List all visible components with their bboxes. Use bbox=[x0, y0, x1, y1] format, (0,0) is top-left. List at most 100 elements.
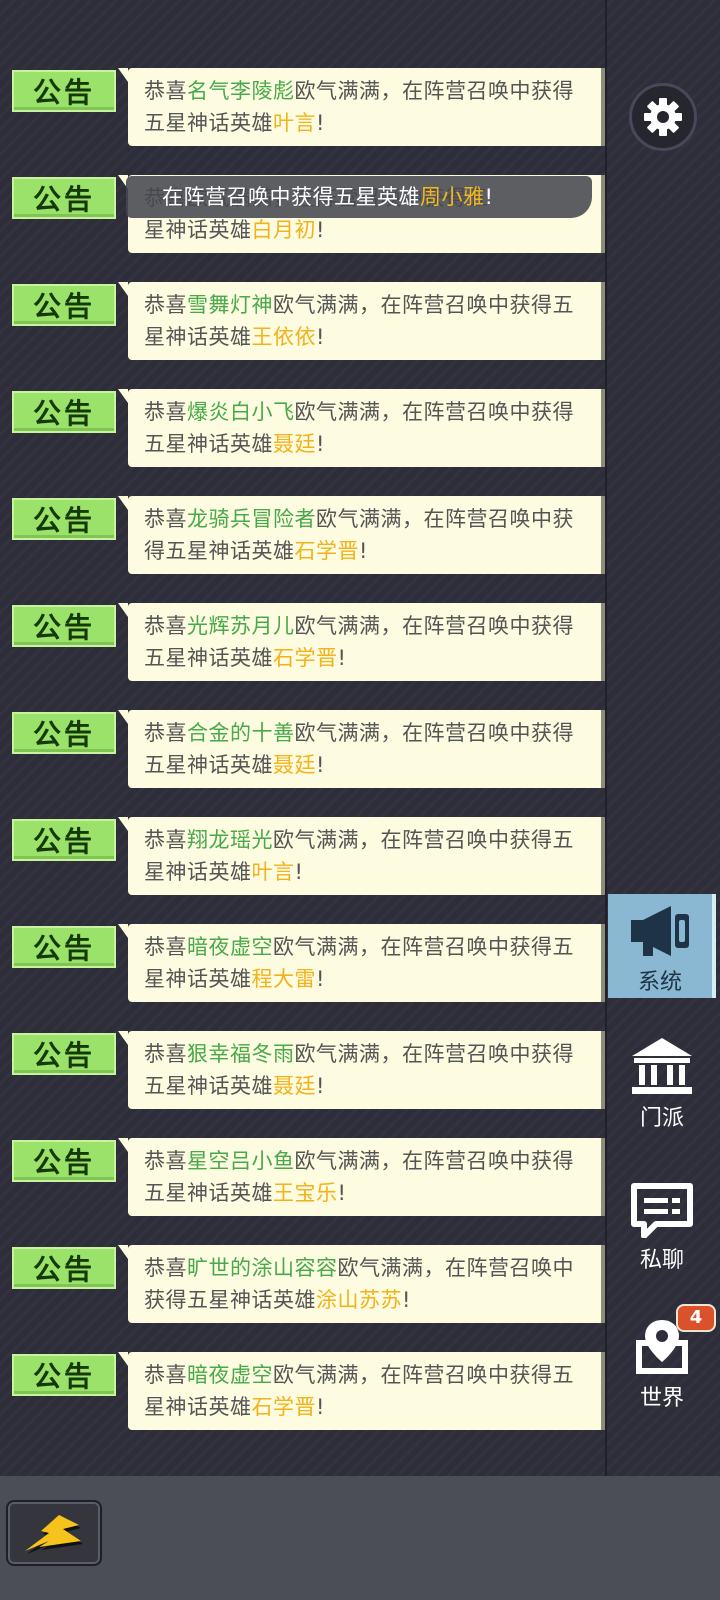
message-feed[interactable]: 公告恭喜名气李陵彪欧气满满，在阵营召唤中获得五星神话英雄叶言!公告恭喜欧气满满，… bbox=[0, 0, 606, 1476]
player-name[interactable]: 暗夜虚空 bbox=[187, 935, 273, 959]
tab-private-chat[interactable]: 私聊 bbox=[608, 1180, 716, 1284]
tab-faction[interactable]: 门派 bbox=[608, 1034, 716, 1138]
announcement-tag: 公告 bbox=[12, 498, 116, 540]
announcement-tag: 公告 bbox=[12, 70, 116, 112]
announcement-message: 公告 恭喜星空吕小鱼欧气满满，在阵营召唤中获得 五星神话英雄王宝乐! bbox=[0, 1138, 606, 1218]
hero-name: 叶言 bbox=[273, 111, 316, 135]
announcement-message: 公告 恭喜爆炎白小飞欧气满满，在阵营召唤中获得 五星神话英雄聂廷! bbox=[0, 389, 606, 469]
msg-line2: 星神话英雄 bbox=[144, 218, 252, 242]
msg-end: ! bbox=[316, 1395, 325, 1419]
message-bubble: 恭喜合金的十善欧气满满，在阵营召唤中获得 五星神话英雄聂廷! bbox=[118, 710, 606, 788]
msg-end: ! bbox=[359, 539, 368, 563]
tab-label: 私聊 bbox=[639, 1248, 684, 1273]
announcement-message: 公告 恭喜光辉苏月儿欧气满满，在阵营召唤中获得 五星神话英雄石学晋! bbox=[0, 603, 606, 683]
gear-icon bbox=[644, 98, 682, 136]
player-name[interactable]: 狠幸福冬雨 bbox=[187, 1042, 295, 1066]
msg-end: ! bbox=[316, 111, 325, 135]
player-name[interactable]: 爆炎白小飞 bbox=[187, 400, 295, 424]
toast-text: 在阵营召唤中获得五星英雄 bbox=[162, 185, 420, 209]
msg-line2: 星神话英雄 bbox=[144, 967, 252, 991]
msg-line2: 五星神话英雄 bbox=[144, 432, 273, 456]
player-name[interactable]: 暗夜虚空 bbox=[187, 1363, 273, 1387]
player-name[interactable]: 龙骑兵冒险者 bbox=[187, 507, 316, 531]
hero-name: 石学晋 bbox=[294, 539, 359, 563]
message-bubble: 恭喜旷世的涂山容容欧气满满，在阵营召唤中 获得五星神话英雄涂山苏苏! bbox=[118, 1245, 606, 1323]
player-name[interactable]: 名气李陵彪 bbox=[187, 79, 295, 103]
player-name[interactable]: 合金的十善 bbox=[187, 721, 295, 745]
message-bubble: 恭喜爆炎白小飞欧气满满，在阵营召唤中获得 五星神话英雄聂廷! bbox=[118, 389, 606, 467]
msg-prefix: 恭喜 bbox=[144, 828, 187, 852]
msg-middle: 欧气满满，在阵营召唤中获得五 bbox=[273, 293, 574, 317]
msg-middle: 欧气满满，在阵营召唤中获得五 bbox=[273, 1363, 574, 1387]
msg-middle: 欧气满满，在阵营召唤中获得 bbox=[294, 79, 574, 103]
hero-name: 王依依 bbox=[251, 325, 316, 349]
player-name[interactable]: 旷世的涂山容容 bbox=[187, 1256, 338, 1280]
quick-action-button[interactable] bbox=[6, 1500, 102, 1566]
notification-badge: 4 bbox=[676, 1304, 716, 1332]
chat-icon bbox=[631, 1183, 693, 1238]
announcement-tag: 公告 bbox=[12, 391, 116, 433]
msg-line2: 得五星神话英雄 bbox=[144, 539, 295, 563]
toast-notification: 在阵营召唤中获得五星英雄周小雅! bbox=[126, 176, 592, 218]
hero-name: 聂廷 bbox=[273, 753, 316, 777]
msg-end: ! bbox=[316, 325, 325, 349]
message-bubble: 恭喜翔龙瑶光欧气满满，在阵营召唤中获得五 星神话英雄叶言! bbox=[118, 817, 606, 895]
msg-line2: 星神话英雄 bbox=[144, 325, 252, 349]
announcement-message: 公告 恭喜龙骑兵冒险者欧气满满，在阵营召唤中获 得五星神话英雄石学晋! bbox=[0, 496, 606, 576]
announcement-tag: 公告 bbox=[12, 177, 116, 219]
announcement-message: 公告 恭喜名气李陵彪欧气满满，在阵营召唤中获得 五星神话英雄叶言! bbox=[0, 68, 606, 148]
tab-label: 系统 bbox=[637, 970, 682, 995]
message-bubble: 恭喜龙骑兵冒险者欧气满满，在阵营召唤中获 得五星神话英雄石学晋! bbox=[118, 496, 606, 574]
message-bubble: 恭喜暗夜虚空欧气满满，在阵营召唤中获得五 星神话英雄程大雷! bbox=[118, 924, 606, 1002]
announcement-message: 公告 恭喜旷世的涂山容容欧气满满，在阵营召唤中 获得五星神话英雄涂山苏苏! bbox=[0, 1245, 606, 1325]
player-name[interactable]: 雪舞灯神 bbox=[187, 293, 273, 317]
tab-system[interactable]: 系统 bbox=[608, 894, 716, 998]
megaphone-icon bbox=[631, 906, 689, 956]
msg-end: ! bbox=[316, 1074, 325, 1098]
announcement-message: 公告 恭喜暗夜虚空欧气满满，在阵营召唤中获得五 星神话英雄石学晋! bbox=[0, 1352, 606, 1432]
toast-hero-name: 周小雅 bbox=[420, 185, 485, 209]
msg-end: ! bbox=[337, 1181, 347, 1205]
announcement-message: 公告 恭喜暗夜虚空欧气满满，在阵营召唤中获得五 星神话英雄程大雷! bbox=[0, 924, 606, 1004]
announcement-tag: 公告 bbox=[12, 819, 116, 861]
msg-prefix: 恭喜 bbox=[144, 1042, 187, 1066]
lightning-icon bbox=[25, 1515, 83, 1554]
msg-middle: 欧气满满，在阵营召唤中获得 bbox=[294, 721, 574, 745]
msg-prefix: 恭喜 bbox=[144, 400, 187, 424]
announcement-tag: 公告 bbox=[12, 605, 116, 647]
hero-name: 王宝乐 bbox=[273, 1181, 338, 1205]
message-bubble: 恭喜雪舞灯神欧气满满，在阵营召唤中获得五 星神话英雄王依依! bbox=[118, 282, 606, 360]
hero-name: 程大雷 bbox=[251, 967, 316, 991]
msg-prefix: 恭喜 bbox=[144, 1149, 187, 1173]
announcement-tag: 公告 bbox=[12, 1247, 116, 1289]
announcement-message: 公告 恭喜合金的十善欧气满满，在阵营召唤中获得 五星神话英雄聂廷! bbox=[0, 710, 606, 790]
msg-line2: 五星神话英雄 bbox=[144, 753, 273, 777]
announcement-message: 公告 恭喜雪舞灯神欧气满满，在阵营召唤中获得五 星神话英雄王依依! bbox=[0, 282, 606, 362]
msg-middle: 欧气满满，在阵营召唤中获得五 bbox=[273, 828, 574, 852]
settings-button[interactable] bbox=[629, 83, 697, 151]
msg-prefix: 恭喜 bbox=[144, 507, 187, 531]
sidebar-divider bbox=[605, 0, 607, 1476]
msg-middle: 欧气满满，在阵营召唤中获得 bbox=[294, 1042, 574, 1066]
msg-end: ! bbox=[337, 646, 347, 670]
msg-line2: 五星神话英雄 bbox=[144, 646, 273, 670]
msg-end: ! bbox=[294, 860, 304, 884]
hero-name: 叶言 bbox=[251, 860, 295, 884]
hero-name: 涂山苏苏 bbox=[316, 1288, 402, 1312]
announcement-tag: 公告 bbox=[12, 1033, 116, 1075]
toast-end: ! bbox=[484, 185, 494, 209]
bottom-bar bbox=[0, 1476, 720, 1600]
player-name[interactable]: 星空吕小鱼 bbox=[187, 1149, 295, 1173]
message-bubble: 恭喜名气李陵彪欧气满满，在阵营召唤中获得 五星神话英雄叶言! bbox=[118, 68, 606, 146]
msg-middle: 欧气满满，在阵营召唤中 bbox=[337, 1256, 574, 1280]
msg-middle: 欧气满满，在阵营召唤中获得 bbox=[294, 1149, 574, 1173]
chat-panel: 公告恭喜名气李陵彪欧气满满，在阵营召唤中获得五星神话英雄叶言!公告恭喜欧气满满，… bbox=[0, 0, 720, 1476]
player-name[interactable]: 光辉苏月儿 bbox=[187, 614, 295, 638]
msg-end: ! bbox=[402, 1288, 411, 1312]
player-name[interactable]: 翔龙瑶光 bbox=[187, 828, 273, 852]
msg-middle: 欧气满满，在阵营召唤中获 bbox=[316, 507, 574, 531]
msg-prefix: 恭喜 bbox=[144, 1363, 187, 1387]
tab-label: 门派 bbox=[639, 1106, 684, 1131]
msg-middle: 欧气满满，在阵营召唤中获得 bbox=[294, 614, 574, 638]
msg-line2: 星神话英雄 bbox=[144, 1395, 252, 1419]
